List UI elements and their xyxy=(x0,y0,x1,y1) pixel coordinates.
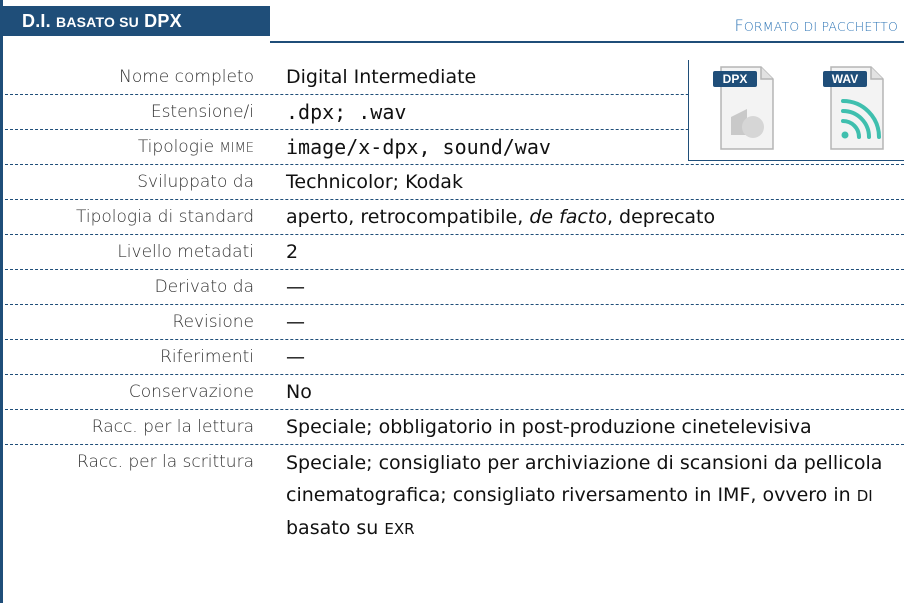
row-value: image/x-dpx, sound/wav xyxy=(286,135,551,159)
row-value: aperto, retrocompatibile, de facto, depr… xyxy=(286,206,716,228)
wav-badge-label: WAV xyxy=(832,72,858,86)
row-value: 2 xyxy=(286,241,299,263)
header: D.I. BASATO SU DPX FORMATO DI PACCHETTO xyxy=(0,0,904,43)
format-kind: FORMATO DI PACCHETTO xyxy=(734,16,898,35)
dpx-file-icon: DPX xyxy=(713,66,774,150)
circle-shape xyxy=(742,116,764,138)
row-riferimenti: Riferimenti — xyxy=(0,340,904,375)
wave-dot xyxy=(841,131,849,139)
format-tag: D.I. BASATO SU DPX xyxy=(0,6,270,36)
row-label: Riferimenti xyxy=(160,347,254,367)
row-value: Speciale; obbligatorio in post-produzion… xyxy=(286,416,812,438)
wav-file-icon: WAV xyxy=(823,66,884,150)
file-icons-box: DPX WAV xyxy=(688,60,904,161)
header-rule xyxy=(270,41,904,43)
row-value: No xyxy=(286,381,312,403)
row-revisione: Revisione — xyxy=(0,305,904,340)
row-tipologia-standard: Tipologia di standard aperto, retrocompa… xyxy=(0,200,904,235)
row-livello-metadati: Livello metadati 2 xyxy=(0,235,904,270)
row-label: Tipologia di standard xyxy=(76,207,254,227)
row-label: Racc. per la scrittura xyxy=(77,452,254,472)
row-label: Revisione xyxy=(172,312,254,332)
row-label: Derivato da xyxy=(154,277,254,297)
row-value: Technicolor; Kodak xyxy=(286,171,463,193)
row-label: Racc. per la lettura xyxy=(91,417,254,437)
row-value: Speciale; consigliato per archiviazione … xyxy=(286,452,883,539)
row-value: Digital Intermediate xyxy=(286,66,477,88)
row-value: .dpx; .wav xyxy=(286,100,407,124)
row-racc-lettura: Racc. per la lettura Speciale; obbligato… xyxy=(0,410,904,445)
row-label: Tipologie MIME xyxy=(137,137,254,157)
row-value: — xyxy=(286,346,305,368)
row-value: — xyxy=(286,276,305,298)
row-label: Sviluppato da xyxy=(137,172,254,192)
row-label: Livello metadati xyxy=(117,242,254,262)
row-racc-scrittura: Racc. per la scrittura Speciale; consigl… xyxy=(0,445,904,555)
row-derivato-da: Derivato da — xyxy=(0,270,904,305)
row-value: — xyxy=(286,311,305,333)
row-label: Conservazione xyxy=(128,382,254,402)
row-label: Estensione/i xyxy=(150,102,254,122)
row-sviluppato-da: Sviluppato da Technicolor; Kodak xyxy=(0,165,904,200)
row-conservazione: Conservazione No xyxy=(0,375,904,410)
dpx-badge-label: DPX xyxy=(723,72,748,86)
row-label: Nome completo xyxy=(119,67,254,87)
